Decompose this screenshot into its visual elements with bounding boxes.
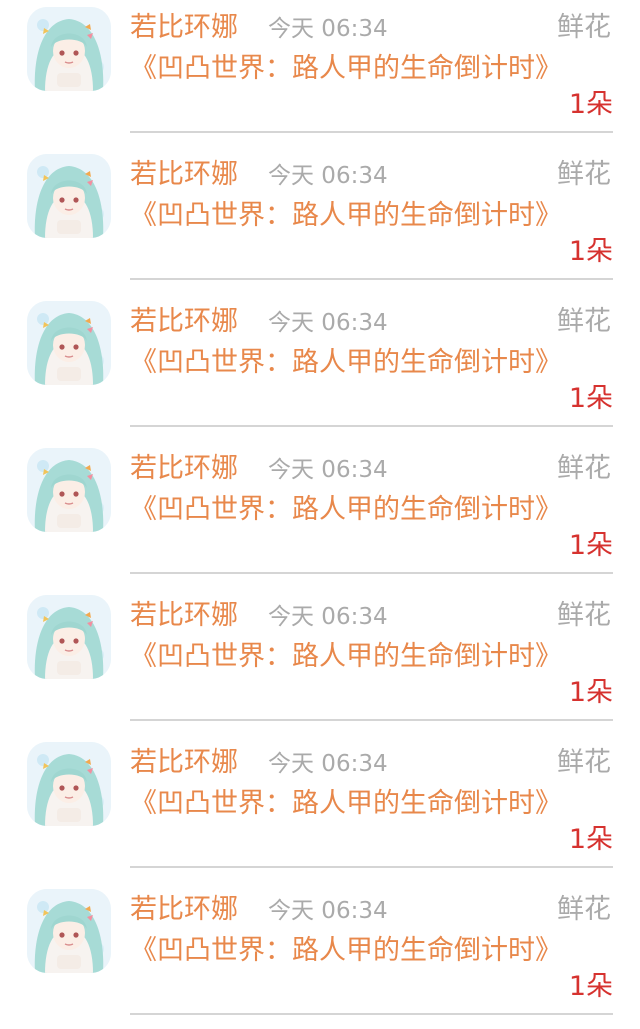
avatar[interactable] bbox=[27, 595, 111, 679]
username[interactable]: 若比环娜 bbox=[130, 156, 238, 194]
timestamp: 今天 06:34 bbox=[268, 457, 388, 483]
gift-count: 1朵 bbox=[568, 971, 613, 1002]
list-item[interactable]: 若比环娜 今天 06:34 鲜花 《凹凸世界：路人甲的生命倒计时》 1朵 bbox=[0, 147, 640, 294]
list-item[interactable]: 若比环娜 今天 06:34 鲜花 《凹凸世界：路人甲的生命倒计时》 1朵 bbox=[0, 0, 640, 147]
book-title[interactable]: 《凹凸世界：路人甲的生命倒计时》 bbox=[130, 785, 562, 822]
divider bbox=[130, 1013, 613, 1015]
list-item[interactable]: 若比环娜 今天 06:34 鲜花 《凹凸世界：路人甲的生命倒计时》 1朵 bbox=[0, 294, 640, 441]
gift-type: 鲜花 bbox=[557, 12, 611, 43]
username[interactable]: 若比环娜 bbox=[130, 303, 238, 341]
book-title[interactable]: 《凹凸世界：路人甲的生命倒计时》 bbox=[130, 197, 562, 234]
divider bbox=[130, 719, 613, 721]
username[interactable]: 若比环娜 bbox=[130, 744, 238, 782]
list-item[interactable]: 若比环娜 今天 06:34 鲜花 《凹凸世界：路人甲的生命倒计时》 1朵 bbox=[0, 441, 640, 588]
timestamp: 今天 06:34 bbox=[268, 163, 388, 189]
avatar[interactable] bbox=[27, 742, 111, 826]
username[interactable]: 若比环娜 bbox=[130, 450, 238, 488]
avatar[interactable] bbox=[27, 889, 111, 973]
divider bbox=[130, 425, 613, 427]
timestamp: 今天 06:34 bbox=[268, 310, 388, 336]
avatar[interactable] bbox=[27, 154, 111, 238]
divider bbox=[130, 866, 613, 868]
gift-type: 鲜花 bbox=[557, 306, 611, 337]
divider bbox=[130, 131, 613, 133]
list-item[interactable]: 若比环娜 今天 06:34 鲜花 《凹凸世界：路人甲的生命倒计时》 1朵 bbox=[0, 882, 640, 1029]
gift-type: 鲜花 bbox=[557, 453, 611, 484]
avatar[interactable] bbox=[27, 301, 111, 385]
gift-count: 1朵 bbox=[568, 236, 613, 267]
gift-count: 1朵 bbox=[568, 824, 613, 855]
gift-type: 鲜花 bbox=[557, 894, 611, 925]
gift-type: 鲜花 bbox=[557, 747, 611, 778]
book-title[interactable]: 《凹凸世界：路人甲的生命倒计时》 bbox=[130, 491, 562, 528]
gift-count: 1朵 bbox=[568, 383, 613, 414]
list-item[interactable]: 若比环娜 今天 06:34 鲜花 《凹凸世界：路人甲的生命倒计时》 1朵 bbox=[0, 588, 640, 735]
username[interactable]: 若比环娜 bbox=[130, 9, 238, 47]
book-title[interactable]: 《凹凸世界：路人甲的生命倒计时》 bbox=[130, 50, 562, 87]
list-item[interactable]: 若比环娜 今天 06:34 鲜花 《凹凸世界：路人甲的生命倒计时》 1朵 bbox=[0, 735, 640, 882]
timestamp: 今天 06:34 bbox=[268, 604, 388, 630]
username[interactable]: 若比环娜 bbox=[130, 597, 238, 635]
gift-list: 若比环娜 今天 06:34 鲜花 《凹凸世界：路人甲的生命倒计时》 1朵 若比环… bbox=[0, 0, 640, 1029]
book-title[interactable]: 《凹凸世界：路人甲的生命倒计时》 bbox=[130, 344, 562, 381]
gift-count: 1朵 bbox=[568, 89, 613, 120]
gift-count: 1朵 bbox=[568, 677, 613, 708]
username[interactable]: 若比环娜 bbox=[130, 891, 238, 929]
timestamp: 今天 06:34 bbox=[268, 16, 388, 42]
gift-type: 鲜花 bbox=[557, 159, 611, 190]
avatar[interactable] bbox=[27, 448, 111, 532]
gift-count: 1朵 bbox=[568, 530, 613, 561]
avatar[interactable] bbox=[27, 7, 111, 91]
book-title[interactable]: 《凹凸世界：路人甲的生命倒计时》 bbox=[130, 638, 562, 675]
timestamp: 今天 06:34 bbox=[268, 751, 388, 777]
gift-type: 鲜花 bbox=[557, 600, 611, 631]
divider bbox=[130, 278, 613, 280]
book-title[interactable]: 《凹凸世界：路人甲的生命倒计时》 bbox=[130, 932, 562, 969]
divider bbox=[130, 572, 613, 574]
timestamp: 今天 06:34 bbox=[268, 898, 388, 924]
